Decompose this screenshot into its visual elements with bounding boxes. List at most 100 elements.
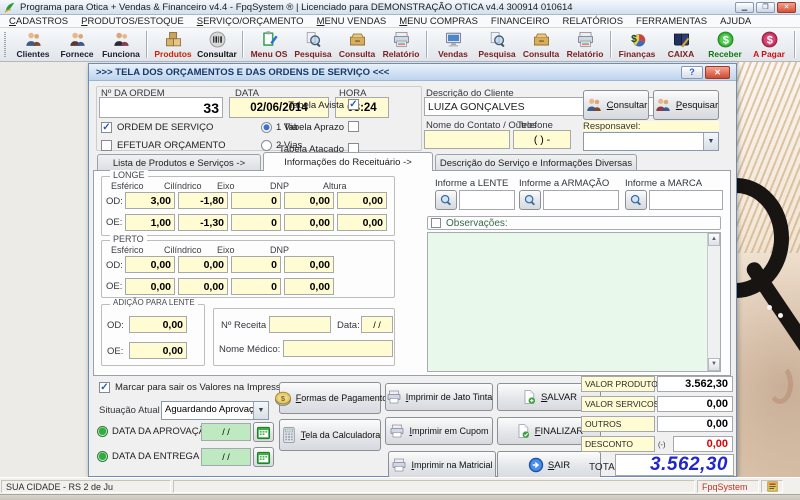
window-close-icon[interactable]: ✕ xyxy=(705,66,730,79)
perto-od-cilindrico[interactable]: 0,00 xyxy=(178,256,228,273)
order-number-field[interactable]: 33 xyxy=(99,97,223,118)
perto-oe-cilindrico[interactable]: 0,00 xyxy=(178,278,228,295)
scroll-down-icon[interactable]: ▼ xyxy=(708,358,720,371)
orders-window-titlebar[interactable]: >>> TELA DOS ORÇAMENTOS E DAS ORDENS DE … xyxy=(89,64,736,81)
armacao-field[interactable] xyxy=(543,190,619,210)
menu-item-ferramentas[interactable]: FERRAMENTAS xyxy=(636,16,707,27)
adicao-oe-field[interactable]: 0,00 xyxy=(129,342,187,359)
receita-numero-field[interactable] xyxy=(269,316,331,333)
via2-radio[interactable] xyxy=(261,140,272,151)
marca-field[interactable] xyxy=(649,190,723,210)
imprimir-matricial-button[interactable]: Imprimir na Matricial xyxy=(388,451,496,479)
contato-field[interactable] xyxy=(424,130,510,149)
longe-oe-dnp[interactable]: 0,00 xyxy=(284,214,334,231)
perto-od-eixo[interactable]: 0 xyxy=(231,256,281,273)
responsavel-combobox[interactable]: ▼ xyxy=(583,132,719,151)
tab-informacoes-receituario[interactable]: Informações do Receituário -> xyxy=(263,152,433,171)
armacao-search-button[interactable] xyxy=(519,190,541,210)
data-entrega-calendar-button[interactable] xyxy=(253,447,274,467)
data-entrega-radio[interactable] xyxy=(97,451,108,462)
tab-lista-produtos[interactable]: Lista de Produtos e Serviços -> xyxy=(97,154,261,171)
toolbar-caixa-button[interactable]: CAIXA xyxy=(659,29,703,60)
minimize-button[interactable]: ▁ xyxy=(735,2,754,13)
ordem-servico-label: ORDEM DE SERVIÇO xyxy=(117,122,213,133)
toolbar-produtos-button[interactable]: Produtos xyxy=(151,29,195,60)
menu-item-menu-vendas[interactable]: MENU VENDAS xyxy=(317,16,387,27)
toolbar-consulta-vendas-button[interactable]: Consulta xyxy=(519,29,563,60)
longe-od-esferico[interactable]: 3,00 xyxy=(125,192,175,209)
ordem-servico-checkbox[interactable]: ✓ xyxy=(101,122,112,133)
perto-oe-dnp[interactable]: 0,00 xyxy=(284,278,334,295)
formas-pagamento-button[interactable]: $ Formas de Pagamento xyxy=(279,382,381,414)
toolbar-pesquisa-vendas-button[interactable]: Pesquisa xyxy=(475,29,519,60)
perto-od-esferico[interactable]: 0,00 xyxy=(125,256,175,273)
chevron-down-icon[interactable]: ▼ xyxy=(703,133,718,150)
via1-radio[interactable] xyxy=(261,122,272,133)
perto-oe-eixo[interactable]: 0 xyxy=(231,278,281,295)
toolbar-vendas-button[interactable]: Vendas xyxy=(431,29,475,60)
toolbar-consultar-button[interactable]: Consultar xyxy=(195,29,239,60)
toolbar-fornecedores-button[interactable]: Fornece xyxy=(55,29,99,60)
toolbar-financas-button[interactable]: $ Finanças xyxy=(615,29,659,60)
menu-item-relatorios[interactable]: RELATÓRIOS xyxy=(563,16,624,27)
close-button[interactable]: ✕ xyxy=(777,2,796,13)
longe-od-altura[interactable]: 0,00 xyxy=(337,192,387,209)
data-entrega-field[interactable]: / / xyxy=(201,448,251,466)
longe-oe-eixo[interactable]: 0 xyxy=(231,214,281,231)
toolbar-consulta-os-button[interactable]: Consulta xyxy=(335,29,379,60)
longe-oe-altura[interactable]: 0,00 xyxy=(337,214,387,231)
perto-od-dnp[interactable]: 0,00 xyxy=(284,256,334,273)
scroll-up-icon[interactable]: ▲ xyxy=(708,233,720,246)
finalize-doc-icon xyxy=(515,423,531,439)
lente-search-button[interactable] xyxy=(435,190,457,210)
tabela-aprazo-checkbox[interactable] xyxy=(348,121,359,132)
perto-oe-esferico[interactable]: 0,00 xyxy=(125,278,175,295)
longe-oe-cilindrico[interactable]: -1,30 xyxy=(178,214,228,231)
longe-od-eixo[interactable]: 0 xyxy=(231,192,281,209)
imprimir-cupom-button[interactable]: Imprimir em Cupom xyxy=(385,417,493,445)
adicao-od-field[interactable]: 0,00 xyxy=(129,316,187,333)
consultar-cliente-button[interactable]: Consultar xyxy=(583,90,649,120)
lente-field[interactable] xyxy=(459,190,515,210)
receita-data-field[interactable]: / / xyxy=(361,316,393,333)
data-aprovacao-calendar-button[interactable] xyxy=(253,422,274,442)
efetuar-orcamento-checkbox[interactable] xyxy=(101,140,112,151)
sair-button[interactable]: SAIR xyxy=(497,451,601,479)
toolbar-relatorio-os-button[interactable]: Relatório xyxy=(379,29,423,60)
chevron-down-icon[interactable]: ▼ xyxy=(253,402,268,419)
tabela-avista-checkbox[interactable]: ✓ xyxy=(348,99,359,110)
menu-item-produtos-estoque[interactable]: PRODUTOS/ESTOQUE xyxy=(81,16,184,27)
scrollbar[interactable]: ▲ ▼ xyxy=(707,233,720,371)
help-button[interactable]: ? xyxy=(681,66,703,79)
toolbar-pesquisa-os-button[interactable]: Pesquisa xyxy=(291,29,335,60)
toolbar-funcionarios-button[interactable]: Funciona xyxy=(99,29,143,60)
toolbar-clientes-button[interactable]: Clientes xyxy=(11,29,55,60)
longe-od-dnp[interactable]: 0,00 xyxy=(284,192,334,209)
telefone-field[interactable]: ( ) - xyxy=(513,130,571,149)
toolbar-menu-os-button[interactable]: Menu OS xyxy=(247,29,291,60)
observacoes-textarea[interactable]: ▲ ▼ xyxy=(427,232,721,372)
data-aprovacao-radio[interactable] xyxy=(97,426,108,437)
observacoes-checkbox[interactable] xyxy=(431,218,441,228)
restore-button[interactable]: ❐ xyxy=(756,2,775,13)
data-aprovacao-field[interactable]: / / xyxy=(201,423,251,441)
menu-item-cadastros[interactable]: CADASTROS xyxy=(9,16,68,27)
longe-oe-esferico[interactable]: 1,00 xyxy=(125,214,175,231)
search-icon xyxy=(300,30,327,49)
toolbar-a-pagar-button[interactable]: $ A Pagar xyxy=(747,29,791,60)
menu-item-ajuda[interactable]: AJUDA xyxy=(720,16,751,27)
menu-item-servico-orcamento[interactable]: SERVIÇO/ORÇAMENTO xyxy=(197,16,304,27)
longe-od-cilindrico[interactable]: -1,80 xyxy=(178,192,228,209)
marca-search-button[interactable] xyxy=(625,190,647,210)
menu-item-financeiro[interactable]: FINANCEIRO xyxy=(491,16,550,27)
situacao-combobox[interactable]: Aguardando Aprovação ▼ xyxy=(161,401,269,420)
receita-medico-field[interactable] xyxy=(283,340,393,357)
tab-descricao-servico[interactable]: Descrição do Serviço e Informações Diver… xyxy=(435,154,637,171)
toolbar-receber-button[interactable]: $ Receber xyxy=(703,29,747,60)
toolbar-relatorio-vendas-button[interactable]: Relatório xyxy=(563,29,607,60)
tela-calculadora-button[interactable]: Tela da Calculadora xyxy=(279,419,381,451)
imprimir-jato-tinta-button[interactable]: Imprimir de Jato Tinta xyxy=(385,383,493,411)
menu-item-menu-compras[interactable]: MENU COMPRAS xyxy=(399,16,478,27)
pesquisar-cliente-button[interactable]: Pesquisar xyxy=(653,90,719,120)
valores-impressao-checkbox[interactable]: ✓ xyxy=(99,382,110,393)
